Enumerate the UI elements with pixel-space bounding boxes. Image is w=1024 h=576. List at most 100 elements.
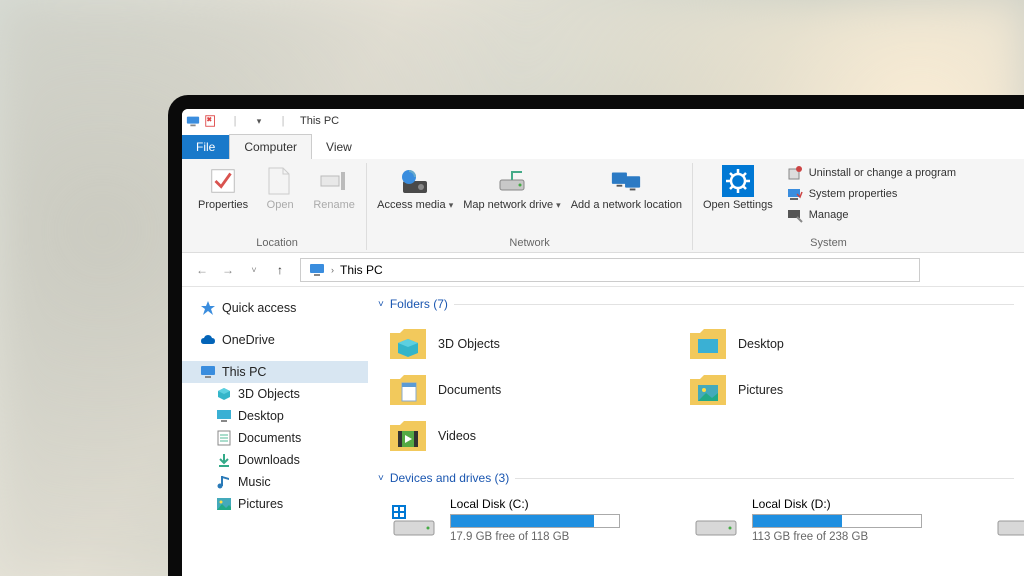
drive-c[interactable]: Local Disk (C:) 17.9 GB free of 118 GB (388, 497, 630, 543)
breadcrumb-separator-icon[interactable]: › (331, 265, 334, 275)
documents-icon (216, 430, 232, 446)
sidebar-desktop[interactable]: Desktop (182, 405, 368, 427)
access-media-label: Access media ▾ (377, 199, 453, 211)
pc-icon (309, 263, 325, 277)
qat-dropdown-icon[interactable]: ▾ (252, 114, 266, 128)
folder-3d-objects[interactable]: 3D Objects (388, 321, 628, 367)
star-icon (200, 300, 216, 316)
breadcrumb-this-pc[interactable]: This PC (340, 263, 383, 277)
pc-icon (200, 364, 216, 380)
group-label-network: Network (375, 234, 684, 250)
manage-button[interactable]: Manage (787, 205, 956, 225)
open-settings-label: Open Settings (703, 199, 773, 211)
folder-documents[interactable]: Documents (388, 367, 628, 413)
cloud-icon (200, 332, 216, 348)
uninstall-program-button[interactable]: Uninstall or change a program (787, 163, 956, 183)
document-icon (264, 165, 296, 197)
folder-desktop[interactable]: Desktop (688, 321, 928, 367)
drive-d-free: 113 GB free of 238 GB (752, 531, 932, 543)
add-network-location-label: Add a network location (571, 199, 682, 211)
folders-section-header[interactable]: ˅ Folders (7) (368, 293, 1014, 317)
map-network-drive-label: Map network drive ▾ (463, 199, 560, 211)
drive-d-icon (690, 497, 742, 539)
tab-computer[interactable]: Computer (229, 134, 312, 159)
sidebar-documents[interactable]: Documents (182, 427, 368, 449)
ribbon-group-system: Open Settings Uninstall or change a prog… (693, 163, 964, 250)
drive-c-usage-bar (450, 514, 620, 528)
file-explorer-window: | ▾ | This PC File Computer View Propert… (168, 95, 1024, 576)
download-icon (216, 452, 232, 468)
group-label-system: System (701, 234, 956, 250)
folder-pictures[interactable]: Pictures (688, 367, 928, 413)
sidebar-label: Documents (238, 431, 301, 445)
drive-e-icon (992, 497, 1024, 539)
separator: | (276, 114, 290, 128)
tab-file[interactable]: File (182, 135, 229, 159)
sidebar-music[interactable]: Music (182, 471, 368, 493)
folder-label: Desktop (738, 337, 784, 351)
sidebar-label: Music (238, 475, 271, 489)
rename-button[interactable]: Rename (310, 163, 358, 213)
properties-button[interactable]: Properties (196, 163, 250, 213)
folder-3d-icon (388, 326, 428, 362)
pc-icon (186, 114, 200, 128)
sidebar-label: Desktop (238, 409, 284, 423)
manage-icon (787, 207, 803, 223)
sidebar-pictures[interactable]: Pictures (182, 493, 368, 515)
group-label-location: Location (196, 234, 358, 250)
open-settings-button[interactable]: Open Settings (701, 163, 775, 213)
cube-icon (216, 386, 232, 402)
uninstall-label: Uninstall or change a program (809, 167, 956, 179)
address-bar[interactable]: › This PC (300, 258, 920, 282)
desktop-icon (216, 408, 232, 424)
folder-videos[interactable]: Videos (388, 413, 628, 459)
drives-list: Local Disk (C:) 17.9 GB free of 118 GB L… (368, 491, 1014, 543)
drive-d[interactable]: Local Disk (D:) 113 GB free of 238 GB (690, 497, 932, 543)
sidebar-label: Quick access (222, 301, 296, 315)
up-button[interactable]: ↑ (268, 258, 292, 282)
recent-dropdown-icon[interactable]: ˅ (242, 258, 266, 282)
drives-header-label: Devices and drives (3) (390, 471, 509, 485)
drive-d-usage-bar (752, 514, 922, 528)
folders-header-label: Folders (7) (390, 297, 448, 311)
sidebar-this-pc[interactable]: This PC (182, 361, 368, 383)
folder-label: Documents (438, 383, 501, 397)
sidebar-downloads[interactable]: Downloads (182, 449, 368, 471)
system-properties-label: System properties (809, 188, 898, 200)
folder-label: Videos (438, 429, 476, 443)
folder-pictures-icon (688, 372, 728, 408)
main-pane: ˅ Folders (7) 3D Objects Desktop Documen… (368, 287, 1024, 576)
back-button[interactable]: ← (190, 258, 214, 282)
sidebar-label: 3D Objects (238, 387, 300, 401)
settings-gear-icon (722, 165, 754, 197)
add-network-location-button[interactable]: Add a network location (569, 163, 684, 213)
forward-button[interactable]: → (216, 258, 240, 282)
ribbon-group-network: Access media ▾ Map network drive ▾ Add a… (367, 163, 693, 250)
manage-label: Manage (809, 209, 849, 221)
pictures-icon (216, 496, 232, 512)
sidebar-onedrive[interactable]: OneDrive (182, 329, 368, 351)
sidebar-3d-objects[interactable]: 3D Objects (182, 383, 368, 405)
drive-e[interactable]: Local Disk (E:) 35.1 GB free of 4… (992, 497, 1024, 543)
ribbon-tabs: File Computer View (182, 133, 1024, 159)
system-properties-button[interactable]: System properties (787, 184, 956, 204)
navigation-pane: Quick access OneDrive This PC 3D Objects… (182, 287, 368, 576)
folder-label: 3D Objects (438, 337, 500, 351)
properties-qat-icon[interactable] (204, 114, 218, 128)
media-icon (399, 165, 431, 197)
tab-view[interactable]: View (312, 135, 366, 159)
drive-c-name: Local Disk (C:) (450, 497, 630, 511)
folder-label: Pictures (738, 383, 783, 397)
open-button[interactable]: Open (256, 163, 304, 213)
content-area: Quick access OneDrive This PC 3D Objects… (182, 287, 1024, 576)
sidebar-quick-access[interactable]: Quick access (182, 297, 368, 319)
drive-c-icon (388, 497, 440, 539)
rename-icon (318, 165, 350, 197)
access-media-button[interactable]: Access media ▾ (375, 163, 455, 213)
map-network-drive-button[interactable]: Map network drive ▾ (461, 163, 562, 213)
ribbon: Properties Open Rename Location Access m… (182, 159, 1024, 253)
separator: | (228, 114, 242, 128)
drives-section-header[interactable]: ˅ Devices and drives (3) (368, 467, 1014, 491)
drive-c-free: 17.9 GB free of 118 GB (450, 531, 630, 543)
drive-d-name: Local Disk (D:) (752, 497, 932, 511)
